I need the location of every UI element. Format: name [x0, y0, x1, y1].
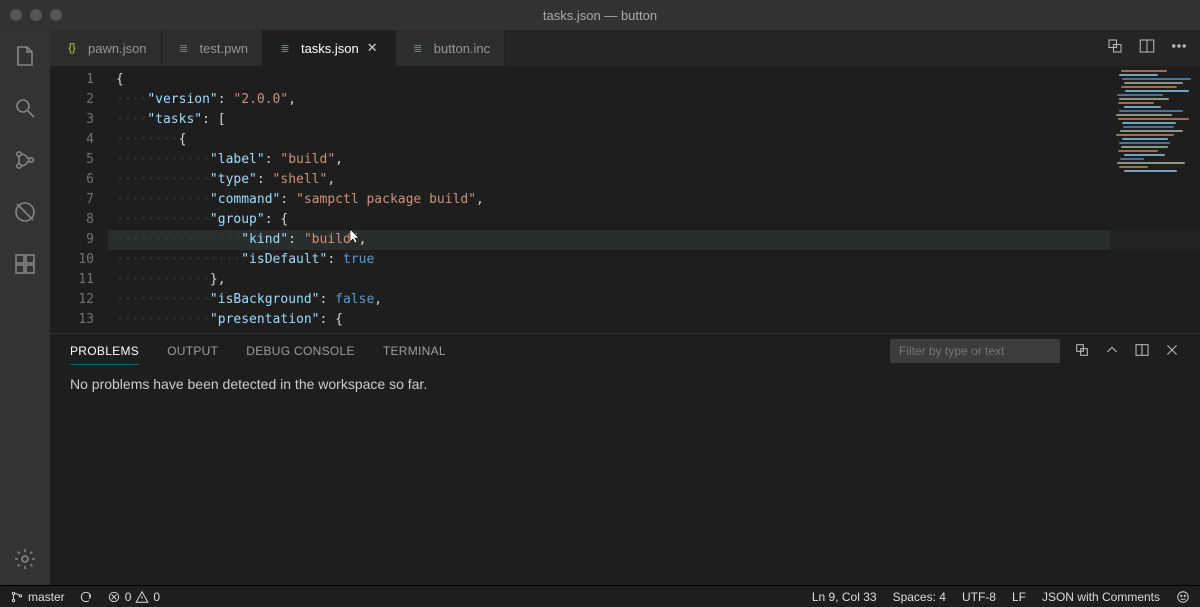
panel-close-icon[interactable] [1164, 342, 1180, 361]
status-sync[interactable] [79, 590, 93, 604]
title-bar: tasks.json — button [0, 0, 1200, 30]
code-line[interactable]: ····"tasks": [ [108, 110, 1200, 130]
editor-tabs: {} pawn.json ≣ test.pwn ≣ tasks.json ✕ ≣ button.… [50, 30, 1200, 66]
tab-label: button.inc [434, 41, 490, 56]
code-line[interactable]: ············"isBackground": false, [108, 290, 1200, 310]
code-editor[interactable]: 1234567891011121314 {····"version": "2.0… [50, 66, 1200, 333]
editor-tab-test-pwn[interactable]: ≣ test.pwn [162, 30, 263, 66]
status-problems[interactable]: 0 0 [107, 590, 160, 604]
status-feedback-icon[interactable] [1176, 590, 1190, 604]
code-line[interactable]: ············"label": "build", [108, 150, 1200, 170]
extensions-icon[interactable] [11, 250, 39, 278]
window-controls [10, 9, 62, 21]
panel-tab-output[interactable]: OUTPUT [167, 344, 218, 358]
code-line[interactable]: ············"command": "sampctl package … [108, 190, 1200, 210]
code-line[interactable]: ········{ [108, 130, 1200, 150]
tab-label: pawn.json [88, 41, 147, 56]
explorer-icon[interactable] [11, 42, 39, 70]
status-branch[interactable]: master [10, 590, 65, 604]
compare-icon[interactable] [1106, 37, 1124, 60]
panel-tab-terminal[interactable]: TERMINAL [383, 344, 446, 358]
status-bar: master 0 0 Ln 9, Col 33 Spaces: 4 UTF-8 … [0, 585, 1200, 607]
split-editor-icon[interactable] [1138, 37, 1156, 60]
minimize-window-icon[interactable] [30, 9, 42, 21]
scm-icon[interactable] [11, 146, 39, 174]
panel-tab-problems[interactable]: PROBLEMS [70, 344, 139, 365]
collapse-all-icon[interactable] [1074, 342, 1090, 361]
panel-chevron-up-icon[interactable] [1104, 342, 1120, 361]
code-line[interactable]: ····"version": "2.0.0", [108, 90, 1200, 110]
code-line[interactable]: ················"isDefault": true [108, 250, 1200, 270]
window-title: tasks.json — button [543, 8, 657, 23]
zoom-window-icon[interactable] [50, 9, 62, 21]
bottom-panel: PROBLEMS OUTPUT DEBUG CONSOLE TERMINAL No p… [50, 333, 1200, 585]
more-actions-icon[interactable] [1170, 37, 1188, 60]
panel-tab-debug-console[interactable]: DEBUG CONSOLE [246, 344, 355, 358]
code-line[interactable]: ············}, [108, 270, 1200, 290]
settings-gear-icon[interactable] [11, 545, 39, 573]
editor-tab-pawn-json[interactable]: {} pawn.json [50, 30, 162, 66]
status-language[interactable]: JSON with Comments [1042, 590, 1160, 604]
debug-icon[interactable] [11, 198, 39, 226]
line-gutter: 1234567891011121314 [50, 66, 108, 333]
panel-tabs: PROBLEMS OUTPUT DEBUG CONSOLE TERMINAL [50, 334, 1200, 368]
status-cursor[interactable]: Ln 9, Col 33 [812, 590, 877, 604]
code-line[interactable]: ············"type": "shell", [108, 170, 1200, 190]
status-encoding[interactable]: UTF-8 [962, 590, 996, 604]
code-line[interactable]: ············"presentation": { [108, 310, 1200, 330]
close-window-icon[interactable] [10, 9, 22, 21]
tab-label: tasks.json [301, 41, 359, 56]
tab-label: test.pwn [200, 41, 248, 56]
search-icon[interactable] [11, 94, 39, 122]
file-icon: ≣ [176, 40, 192, 56]
file-icon: ≣ [410, 40, 426, 56]
status-indent[interactable]: Spaces: 4 [893, 590, 946, 604]
minimap[interactable] [1110, 66, 1200, 333]
file-icon: {} [64, 40, 80, 56]
editor-tab-button-inc[interactable]: ≣ button.inc [396, 30, 505, 66]
problems-message: No problems have been detected in the wo… [50, 368, 1200, 400]
activity-bar [0, 30, 50, 585]
problems-filter-input[interactable] [890, 339, 1060, 363]
file-icon: ≣ [277, 40, 293, 56]
panel-toggle-icon[interactable] [1134, 342, 1150, 361]
editor-tab-tasks-json[interactable]: ≣ tasks.json ✕ [263, 30, 396, 66]
code-line[interactable]: ············"group": { [108, 210, 1200, 230]
code-line[interactable]: ················"reveal": "silent", [108, 330, 1200, 333]
code-line[interactable]: ················"kind": "build", [108, 230, 1200, 250]
code-line[interactable]: { [108, 70, 1200, 90]
status-eol[interactable]: LF [1012, 590, 1026, 604]
close-tab-icon[interactable]: ✕ [367, 40, 381, 56]
